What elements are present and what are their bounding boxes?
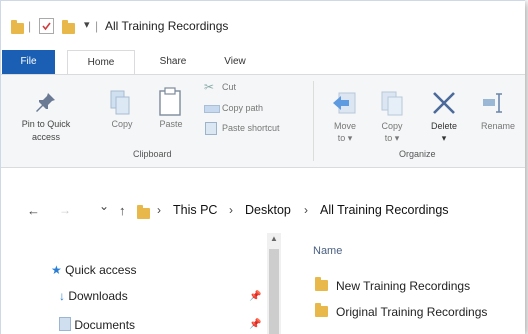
rename-label: Rename bbox=[480, 121, 516, 131]
navigation-pane: ★ Quick access ↓ Downloads 📌 Documents 📌 bbox=[1, 231, 287, 334]
clipboard-group-label: Clipboard bbox=[133, 149, 172, 159]
recent-locations-icon[interactable]: ⌄ bbox=[99, 199, 109, 213]
scissors-icon: ✂ bbox=[204, 80, 215, 94]
copy-button[interactable]: Copy bbox=[105, 83, 139, 145]
pinned-icon: 📌 bbox=[249, 319, 262, 330]
breadcrumb-separator: › bbox=[157, 203, 161, 217]
pinned-icon: 📌 bbox=[249, 291, 262, 302]
pushpin-icon bbox=[36, 93, 55, 112]
tab-file[interactable]: File bbox=[2, 50, 55, 74]
move-to-label-line2: to ▾ bbox=[337, 133, 353, 143]
folder-icon bbox=[315, 277, 328, 291]
pin-to-quick-access-button[interactable]: Pin to Quick access bbox=[21, 83, 71, 145]
pin-label-line2: access bbox=[31, 132, 60, 142]
copy-to-label-line1: Copy bbox=[381, 121, 403, 131]
breadcrumb-this-pc[interactable]: This PC bbox=[173, 203, 217, 217]
title-bar: | ▾ | All Training Recordings bbox=[1, 1, 525, 41]
address-bar: ← → ⌄ ↑ › This PC › Desktop › All Traini… bbox=[1, 197, 525, 229]
copy-to-icon bbox=[381, 91, 403, 116]
folder-icon bbox=[137, 205, 150, 219]
nav-item-label: Documents bbox=[74, 318, 136, 332]
list-item[interactable]: Original Training Recordings bbox=[315, 303, 488, 319]
paste-label: Paste bbox=[159, 119, 183, 129]
move-to-button[interactable]: Move to ▾ bbox=[327, 83, 363, 145]
back-arrow-icon[interactable]: ← bbox=[27, 203, 40, 218]
nav-item-label: Downloads bbox=[68, 289, 128, 303]
delete-dropdown-icon[interactable]: ▾ bbox=[422, 133, 466, 144]
ribbon: Pin to Quick access Copy Paste ✂ Cut Cop… bbox=[1, 74, 525, 168]
file-name: New Training Recordings bbox=[336, 279, 471, 293]
delete-button[interactable]: Delete ▾ bbox=[424, 83, 464, 149]
clipboard-icon bbox=[159, 87, 181, 116]
nav-item-downloads[interactable]: ↓ Downloads bbox=[59, 289, 128, 303]
delete-label: Delete bbox=[430, 121, 457, 131]
breadcrumb-separator: › bbox=[304, 203, 308, 217]
copy-label: Copy bbox=[111, 119, 133, 129]
organize-group-label: Organize bbox=[399, 149, 436, 159]
rename-icon bbox=[483, 93, 502, 113]
cut-label: Cut bbox=[222, 82, 237, 92]
forward-arrow-icon[interactable]: → bbox=[59, 203, 71, 217]
copy-to-button[interactable]: Copy to ▾ bbox=[374, 83, 410, 145]
delete-x-icon bbox=[433, 92, 455, 114]
folder-icon bbox=[11, 20, 24, 34]
paste-shortcut-icon bbox=[205, 122, 217, 135]
scroll-up-icon[interactable]: ▲ bbox=[270, 234, 278, 243]
tab-share[interactable]: Share bbox=[151, 50, 195, 74]
move-to-label-line2-text: to bbox=[337, 133, 346, 143]
cut-button[interactable]: ✂ Cut bbox=[204, 80, 304, 98]
breadcrumb-all-training-recordings[interactable]: All Training Recordings bbox=[320, 203, 449, 217]
new-folder-icon[interactable] bbox=[62, 20, 75, 34]
breadcrumb-separator: › bbox=[229, 203, 233, 217]
ribbon-tabs: File Home Share View bbox=[1, 50, 525, 75]
properties-icon[interactable] bbox=[39, 18, 54, 34]
copy-to-label-line2-text: to bbox=[384, 133, 393, 143]
list-item[interactable]: New Training Recordings bbox=[315, 277, 471, 293]
copy-icon bbox=[110, 90, 130, 115]
scrollbar-thumb[interactable] bbox=[269, 249, 279, 334]
move-to-label-line1: Move bbox=[333, 121, 356, 131]
nav-scrollbar[interactable]: ▲ bbox=[267, 233, 281, 334]
qat-dropdown-icon[interactable]: ▾ bbox=[84, 18, 90, 31]
file-name: Original Training Recordings bbox=[336, 305, 488, 319]
ribbon-divider bbox=[313, 81, 314, 161]
explorer-window: | ▾ | All Training Recordings File Home … bbox=[0, 0, 525, 334]
qat-separator: | bbox=[28, 19, 32, 33]
copy-path-label: Copy path bbox=[222, 103, 264, 113]
paste-shortcut-label: Paste shortcut bbox=[222, 123, 280, 133]
pin-label-line1: Pin to Quick bbox=[21, 119, 71, 129]
column-header-name[interactable]: Name bbox=[313, 245, 342, 257]
folder-icon bbox=[315, 303, 328, 317]
nav-item-label: Quick access bbox=[65, 263, 137, 277]
up-arrow-icon[interactable]: ↑ bbox=[119, 203, 126, 218]
tab-home[interactable]: Home bbox=[67, 50, 135, 75]
window-title: All Training Recordings bbox=[105, 19, 229, 33]
title-separator: | bbox=[95, 19, 99, 33]
paste-button[interactable]: Paste bbox=[154, 83, 188, 145]
copy-path-button[interactable]: Copy path bbox=[204, 101, 304, 119]
rename-button[interactable]: Rename bbox=[471, 83, 525, 145]
nav-item-documents[interactable]: Documents bbox=[59, 317, 135, 332]
move-to-icon bbox=[333, 92, 356, 114]
breadcrumb-desktop[interactable]: Desktop bbox=[245, 203, 291, 217]
nav-item-quick-access[interactable]: ★ Quick access bbox=[51, 263, 136, 277]
copy-to-label-line2: to ▾ bbox=[384, 133, 400, 143]
copy-path-icon bbox=[204, 105, 220, 113]
tab-view[interactable]: View bbox=[213, 50, 257, 74]
download-arrow-icon: ↓ bbox=[59, 289, 65, 303]
documents-icon bbox=[59, 317, 71, 331]
file-list: Name New Training Recordings Original Tr… bbox=[297, 231, 525, 334]
paste-shortcut-button[interactable]: Paste shortcut bbox=[204, 121, 308, 139]
star-icon: ★ bbox=[51, 263, 62, 277]
